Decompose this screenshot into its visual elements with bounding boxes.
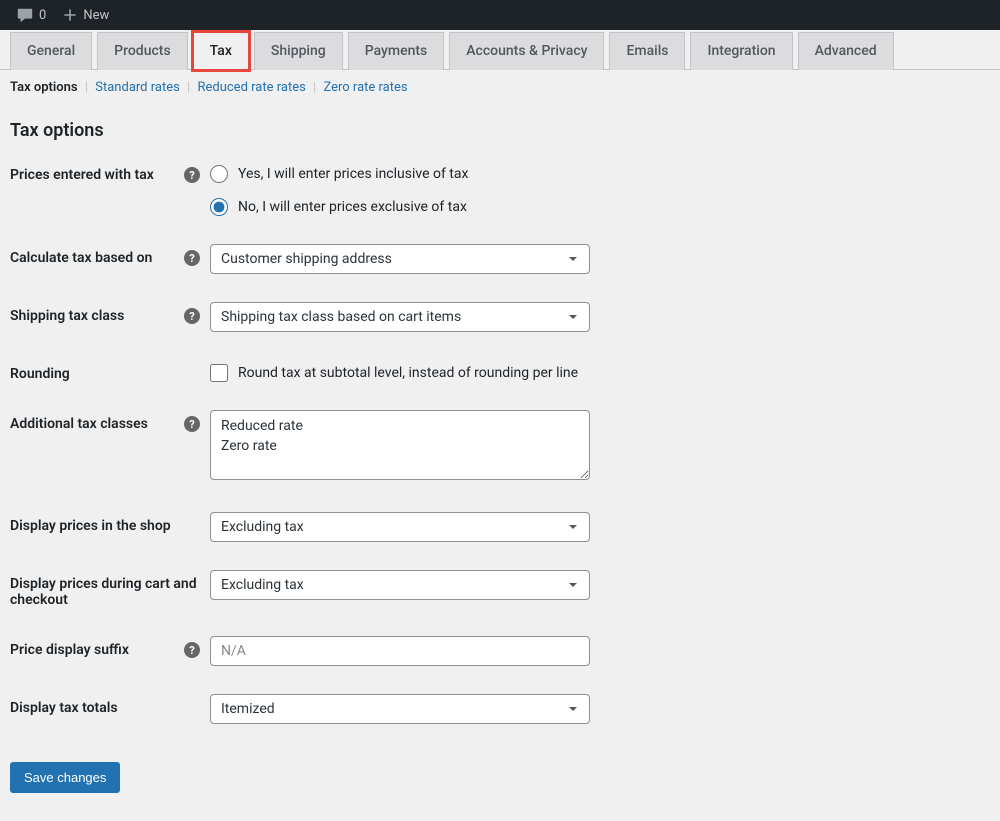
tab-tax[interactable]: Tax [193, 32, 249, 70]
tab-tax-label: Tax [210, 43, 232, 59]
comment-icon [16, 6, 34, 24]
row-display-cart: Display prices during cart and checkout … [10, 570, 990, 608]
label-display-cart: Display prices during cart and checkout [10, 570, 210, 608]
page-heading: Tax options [10, 120, 990, 141]
subtabs: Tax options | Standard rates | Reduced r… [0, 70, 1000, 95]
plus-icon [62, 7, 78, 23]
help-icon[interactable]: ? [184, 250, 200, 266]
tab-emails[interactable]: Emails [609, 32, 685, 70]
admin-bar-comments[interactable]: 0 [8, 6, 54, 24]
checkbox-rounding[interactable] [210, 364, 228, 382]
label-price-suffix: Price display suffix ? [10, 636, 210, 658]
radio-exclusive[interactable]: No, I will enter prices exclusive of tax [210, 198, 468, 216]
label-display-shop: Display prices in the shop [10, 512, 210, 534]
subtab-reduced-rate-rates[interactable]: Reduced rate rates [197, 80, 305, 95]
tab-payments[interactable]: Payments [348, 32, 445, 70]
label-prices-entered: Prices entered with tax ? [10, 161, 210, 183]
radio-inclusive[interactable]: Yes, I will enter prices inclusive of ta… [210, 165, 468, 183]
comments-count: 0 [39, 8, 46, 23]
row-display-totals: Display tax totals Itemized [10, 694, 990, 724]
select-display-totals[interactable]: Itemized [210, 694, 590, 724]
radio-inclusive-input[interactable] [210, 165, 228, 183]
admin-bar: 0 New [0, 0, 1000, 30]
tab-products[interactable]: Products [97, 32, 188, 70]
form-table: Prices entered with tax ? Yes, I will en… [10, 161, 990, 724]
checkbox-rounding-wrap: Round tax at subtotal level, instead of … [210, 360, 578, 382]
row-calc-based-on: Calculate tax based on ? Customer shippi… [10, 244, 990, 274]
label-display-totals: Display tax totals [10, 694, 210, 716]
row-shipping-tax-class: Shipping tax class ? Shipping tax class … [10, 302, 990, 332]
textarea-additional-classes[interactable]: Reduced rate Zero rate [210, 410, 590, 480]
select-shipping-tax-class[interactable]: Shipping tax class based on cart items [210, 302, 590, 332]
subtab-standard-rates[interactable]: Standard rates [95, 80, 180, 95]
help-icon[interactable]: ? [184, 167, 200, 183]
content: Tax options Prices entered with tax ? Ye… [0, 95, 1000, 803]
help-icon[interactable]: ? [184, 642, 200, 658]
subtab-zero-rate-rates[interactable]: Zero rate rates [323, 80, 407, 95]
select-display-cart[interactable]: Excluding tax [210, 570, 590, 600]
label-calc-based-on: Calculate tax based on ? [10, 244, 210, 266]
settings-tabs: General Products Tax Shipping Payments A… [0, 32, 1000, 70]
row-price-suffix: Price display suffix ? [10, 636, 990, 666]
tabs-container: General Products Tax Shipping Payments A… [0, 32, 1000, 95]
label-rounding: Rounding [10, 360, 210, 382]
radio-exclusive-input[interactable] [210, 198, 228, 216]
help-icon[interactable]: ? [184, 308, 200, 324]
new-label: New [83, 8, 109, 23]
row-prices-entered: Prices entered with tax ? Yes, I will en… [10, 161, 990, 216]
row-additional-classes: Additional tax classes ? Reduced rate Ze… [10, 410, 990, 484]
select-display-shop[interactable]: Excluding tax [210, 512, 590, 542]
help-icon[interactable]: ? [184, 416, 200, 432]
row-rounding: Rounding Round tax at subtotal level, in… [10, 360, 990, 382]
tab-accounts-privacy[interactable]: Accounts & Privacy [449, 32, 604, 70]
tab-general[interactable]: General [10, 32, 92, 70]
label-additional-classes: Additional tax classes ? [10, 410, 210, 432]
label-shipping-tax-class: Shipping tax class ? [10, 302, 210, 324]
save-button[interactable]: Save changes [10, 762, 120, 793]
tab-integration[interactable]: Integration [690, 32, 792, 70]
subtab-tax-options[interactable]: Tax options [10, 80, 78, 95]
input-price-suffix[interactable] [210, 636, 590, 666]
tab-advanced[interactable]: Advanced [798, 32, 894, 70]
tab-shipping[interactable]: Shipping [254, 32, 343, 70]
select-calc-based-on[interactable]: Customer shipping address [210, 244, 590, 274]
admin-bar-new[interactable]: New [54, 7, 117, 23]
radio-group-prices: Yes, I will enter prices inclusive of ta… [210, 161, 468, 216]
row-display-shop: Display prices in the shop Excluding tax [10, 512, 990, 542]
